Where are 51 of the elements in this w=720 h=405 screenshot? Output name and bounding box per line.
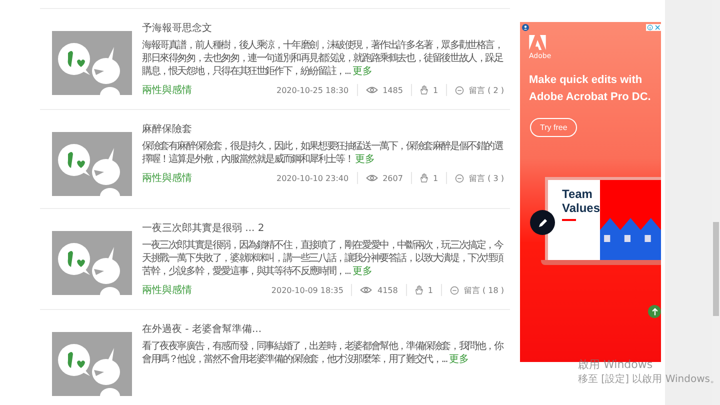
ad-badge-icon[interactable] bbox=[522, 24, 529, 31]
thumbnail-drawing[interactable] bbox=[52, 332, 132, 396]
back-to-top-button[interactable] bbox=[648, 305, 661, 318]
hand-icon[interactable] bbox=[420, 85, 428, 95]
thumbnail-drawing[interactable] bbox=[52, 132, 132, 196]
hand-icon[interactable] bbox=[420, 173, 428, 183]
eye-icon bbox=[366, 174, 378, 182]
adobe-logo-icon bbox=[529, 35, 546, 50]
eye-icon bbox=[366, 86, 378, 94]
more-link[interactable]: 更多 bbox=[352, 266, 372, 277]
thumbnail-drawing[interactable] bbox=[52, 31, 132, 95]
like-count: 1 bbox=[432, 174, 438, 182]
post-excerpt: 海報哥真譜，前人種樹，後人乘涼，十年磨劍，沫破使現，著作出許多名著，眾多勸世格言，那日來得匆匆，去也匆匆，連一句道別和再見都沒說，就跑路乘鶴去也，徒留後世故人，跺足購息，恨天怨地，只得在其狂世鉅作下，紛紛留註，... 更多 bbox=[142, 39, 504, 78]
arrow-up-icon[interactable] bbox=[650, 308, 658, 316]
post-title[interactable]: 一夜三次郎其實是很弱 ... 2 bbox=[142, 221, 504, 235]
view-count: 4158 bbox=[377, 286, 398, 294]
post-date: 2020-10-09 18:35 bbox=[271, 286, 344, 294]
view-count: 1485 bbox=[382, 86, 403, 94]
ad-headline: Make quick edits with Adobe Acrobat Pro DC. bbox=[528, 73, 652, 105]
like-count: 1 bbox=[428, 286, 433, 294]
comment-icon[interactable] bbox=[450, 286, 459, 294]
more-link[interactable]: 更多 bbox=[449, 354, 470, 365]
category-tag[interactable]: 兩性與感情 bbox=[142, 171, 192, 185]
more-link[interactable]: 更多 bbox=[355, 154, 376, 165]
comment-count[interactable]: 留言 ( 18 ) bbox=[464, 284, 504, 296]
try-free-button[interactable]: Try free bbox=[530, 118, 578, 137]
category-tag[interactable]: 兩性與感情 bbox=[142, 283, 192, 297]
post-excerpt: 保險套有麻醉保險套，很是持久，因此，如果想要狂抽猛送一萬下，保險套麻醉是個不錯的選擇喔！這算是外敷，內服當然就是威而鋼和犀利士等！ 更多 bbox=[142, 140, 504, 166]
post-date: 2020-10-10 23:40 bbox=[276, 174, 349, 182]
more-link[interactable]: 更多 bbox=[352, 66, 372, 77]
post-date: 2020-10-25 18:30 bbox=[276, 86, 349, 94]
post-title[interactable]: 在外過夜 - 老婆會幫準備... bbox=[142, 322, 504, 336]
comment-icon[interactable] bbox=[455, 86, 464, 94]
like-count: 1 bbox=[432, 86, 438, 94]
edit-button[interactable] bbox=[530, 210, 555, 235]
ad-choices-icon[interactable] bbox=[646, 24, 661, 31]
pencil-icon[interactable] bbox=[536, 216, 548, 228]
comment-count[interactable]: 留言 ( 3 ) bbox=[469, 172, 504, 184]
comment-count[interactable]: 留言 ( 2 ) bbox=[469, 84, 504, 96]
view-count: 2607 bbox=[382, 174, 403, 182]
eye-icon bbox=[360, 286, 372, 294]
hand-icon[interactable] bbox=[414, 285, 423, 295]
thumbnail-drawing[interactable] bbox=[52, 231, 132, 295]
category-tag[interactable]: 兩性與感情 bbox=[142, 83, 192, 97]
post-title[interactable]: 予海報哥思念文 bbox=[142, 21, 504, 35]
post-excerpt: 一夜三次郎其實是很弱，因為鎖精不住，直接噴了，剛在愛愛中，中斷兩次，玩三次搞定，今天挑戰一萬下失敗了，婆就咪咪叫，講一些三八話，讓我分神要答話，以致大潰堤，下次埋頭苦幹，少說多幹，愛愛這事，與其等待不反應時間，... 更多 bbox=[142, 239, 504, 278]
post-excerpt: 看了夜夜寧廣告，有感而發，同事結婚了，出差時，老婆都會幫他，準備保險套，我問他，你會用嗎？他說，當然不會用老婆準備的保險套，他才沒那麼笨，用了難交代，... 更多 bbox=[142, 340, 504, 366]
activation-message: 移至 [設定] 以啟用 Windows。 bbox=[578, 372, 720, 386]
comment-icon[interactable] bbox=[455, 174, 464, 182]
slide-title: Team Values bbox=[562, 187, 600, 215]
post-title[interactable]: 麻醉保險套 bbox=[142, 122, 504, 136]
